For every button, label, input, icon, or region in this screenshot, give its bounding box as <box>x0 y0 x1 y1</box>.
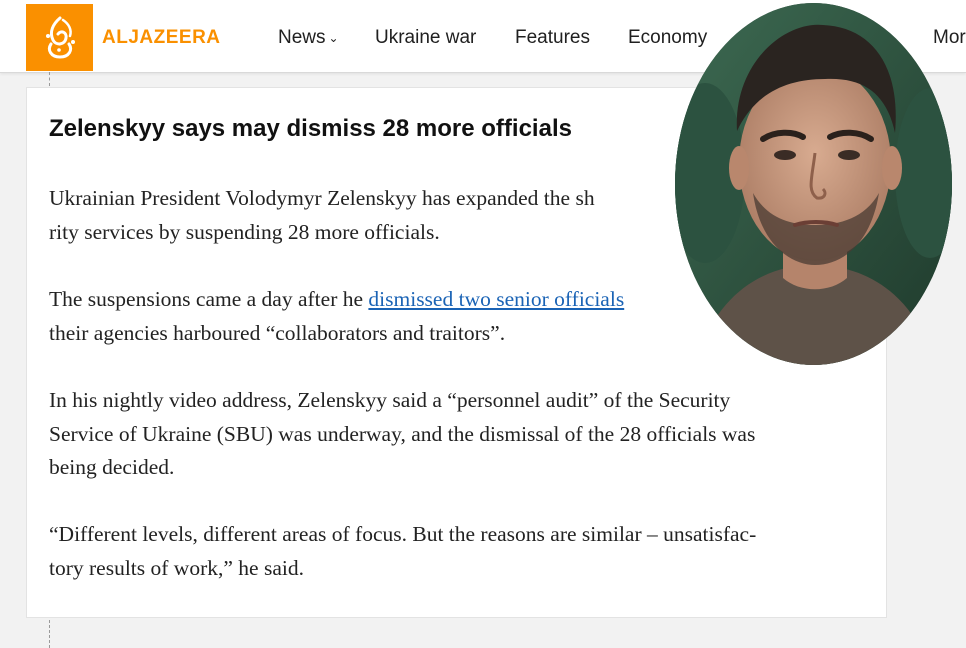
paragraph-line: being decided. <box>49 455 175 479</box>
guide-line <box>49 620 50 648</box>
portrait-illustration <box>675 3 952 365</box>
guide-line <box>49 72 50 86</box>
nav-item-label: News <box>278 27 326 48</box>
nav-item-ukraine-war[interactable]: Ukraine war <box>375 27 476 49</box>
article-paragraph: In his nightly video address, Zelenskyy … <box>49 384 869 485</box>
paragraph-line: “Different levels, different areas of fo… <box>49 522 757 546</box>
paragraph-line: In his nightly video address, Zelenskyy … <box>49 388 731 412</box>
nav-item-features[interactable]: Features <box>515 27 590 49</box>
paragraph-line: tory results of work,” he said. <box>49 555 304 580</box>
dismissed-officials-link[interactable]: dismissed two senior officials <box>368 287 624 311</box>
brand-name[interactable]: ALJAZEERA <box>102 27 221 49</box>
calligraphy-mark <box>46 16 75 59</box>
aljazeera-logo-icon[interactable] <box>26 4 93 71</box>
paragraph-text: The suspensions came a day after he <box>49 287 369 311</box>
zelenskyy-portrait-icon <box>675 3 952 365</box>
chevron-down-icon: ⌄ <box>328 31 339 45</box>
nav-item-news[interactable]: News ⌄ <box>278 27 339 49</box>
article-headline: Zelenskyy says may dismiss 28 more offic… <box>49 115 572 142</box>
nav-item-more[interactable]: Mor <box>933 27 966 49</box>
nav-item-economy[interactable]: Economy <box>628 27 707 49</box>
article-paragraph: “Different levels, different areas of fo… <box>49 518 869 585</box>
paragraph-line: Service of Ukraine (SBU) was underway, a… <box>49 421 756 446</box>
